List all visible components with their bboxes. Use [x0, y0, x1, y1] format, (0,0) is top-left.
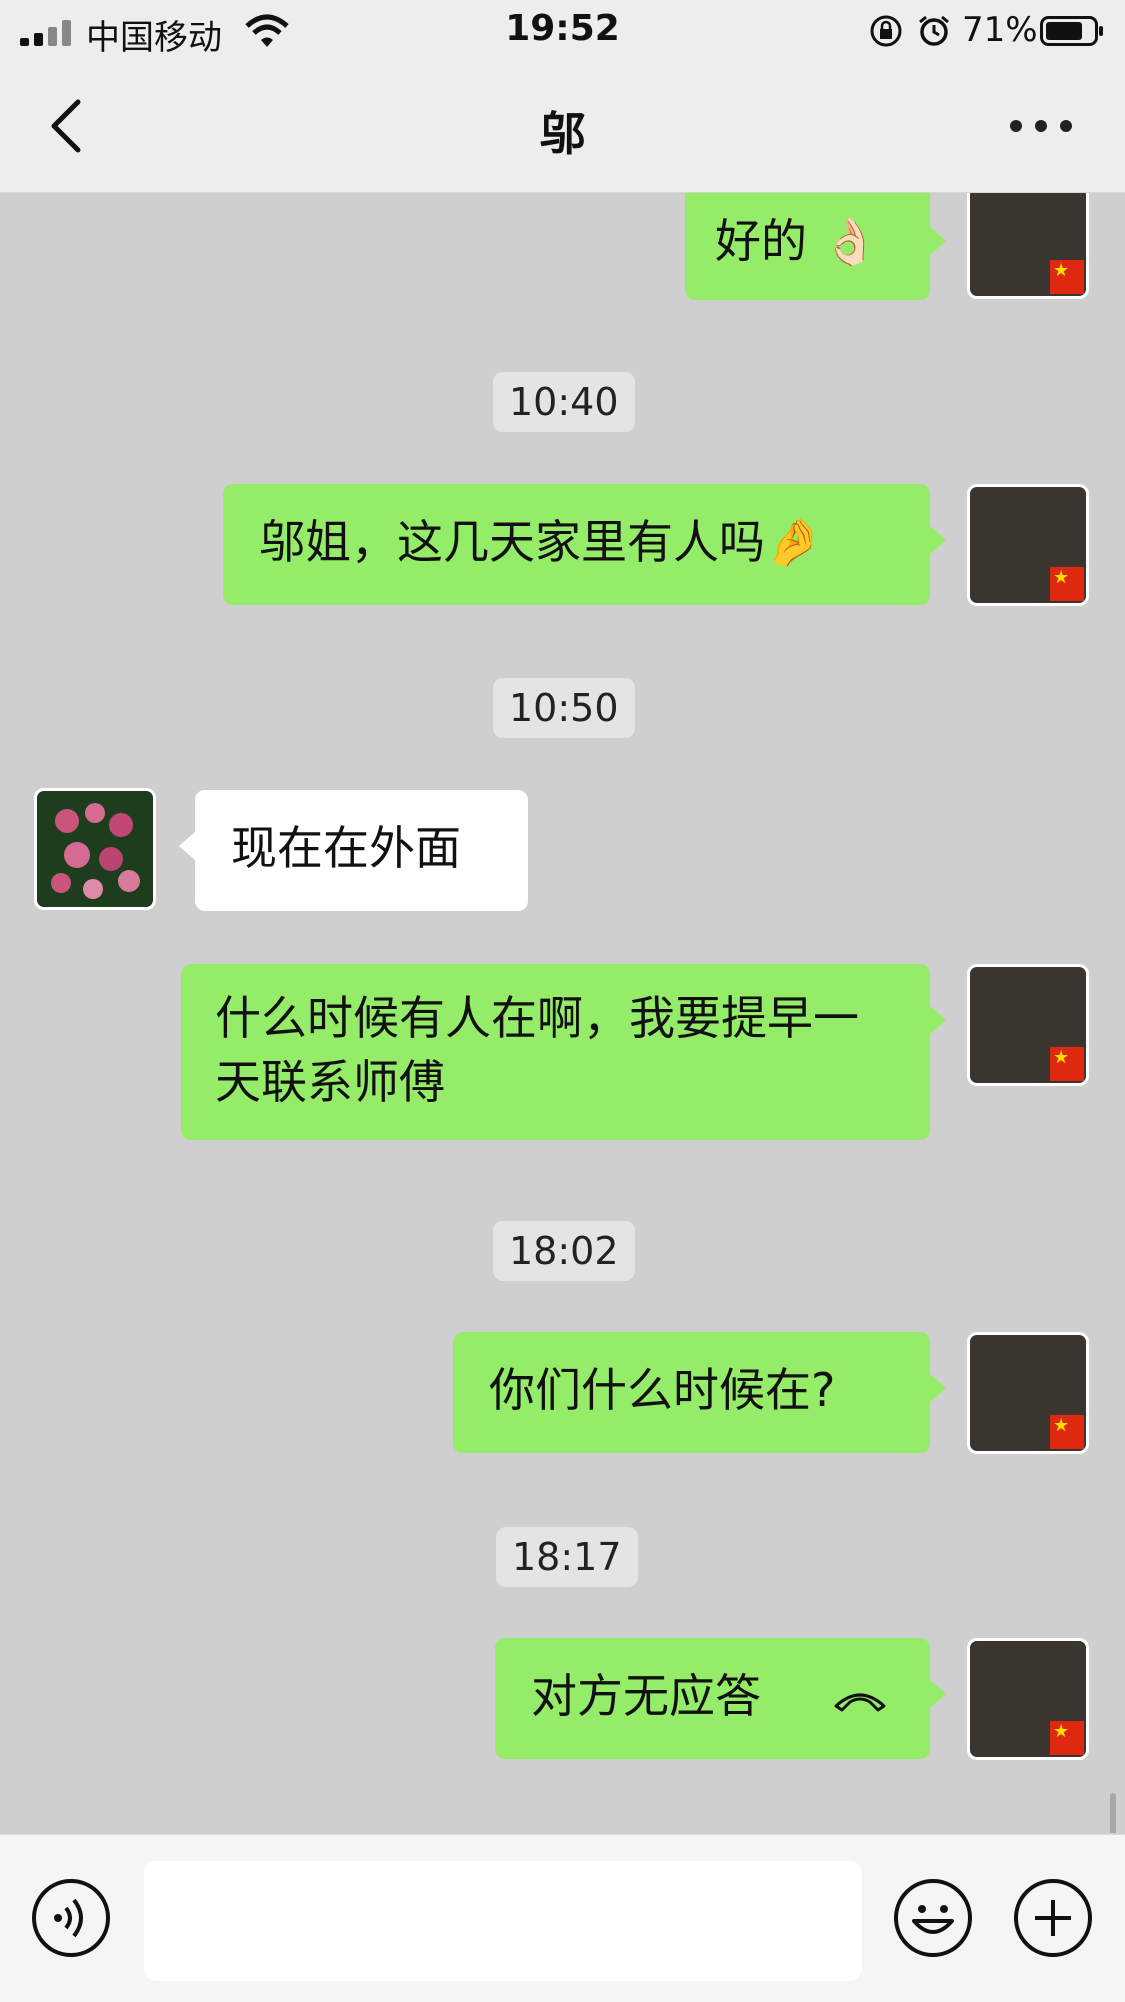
china-flag-icon: ★: [1050, 1721, 1084, 1755]
china-flag-icon: ★: [1050, 1047, 1084, 1081]
plus-icon: [1035, 1900, 1071, 1936]
message-text: 邬姐，这几天家里有人吗🤌: [259, 515, 823, 569]
clock: 19:52: [505, 8, 620, 49]
my-avatar[interactable]: ★: [967, 964, 1089, 1086]
battery-icon: [1040, 16, 1103, 46]
input-bar: [0, 1834, 1125, 2002]
timestamp: 18:02: [493, 1221, 635, 1281]
my-avatar[interactable]: ★: [967, 484, 1089, 606]
message-bubble-received[interactable]: 现在在外面: [179, 790, 528, 911]
status-bar: 中国移动 19:52 71%: [0, 0, 1125, 62]
voice-input-button[interactable]: [32, 1879, 110, 1957]
message-bubble-sent[interactable]: 你们什么时候在?: [453, 1332, 946, 1453]
my-avatar[interactable]: ★: [967, 1332, 1089, 1454]
china-flag-icon: ★: [1050, 260, 1084, 294]
timestamp: 18:17: [496, 1527, 638, 1587]
chat-header: 邬: [0, 62, 1125, 193]
alarm-icon: [919, 15, 949, 46]
battery-percentage: 71%: [962, 10, 1038, 50]
message-bubble-sent[interactable]: 邬姐，这几天家里有人吗🤌: [223, 484, 946, 605]
call-record-bubble[interactable]: 对方无应答: [495, 1638, 946, 1759]
message-bubble-sent[interactable]: 什么时候有人在啊，我要提早一天联系师傅: [181, 964, 946, 1140]
hang-up-phone-icon: [834, 1693, 886, 1712]
voice-icon: [54, 1898, 83, 1938]
message-text: 什么时候有人在啊，我要提早一天联系师傅: [215, 991, 859, 1109]
china-flag-icon: ★: [1050, 567, 1084, 601]
my-avatar[interactable]: ★: [967, 1638, 1089, 1760]
message-text: 对方无应答: [531, 1669, 761, 1723]
message-input[interactable]: [144, 1861, 862, 1981]
scroll-indicator[interactable]: [1110, 1793, 1116, 1833]
more-options-icon[interactable]: [1010, 116, 1072, 136]
china-flag-icon: ★: [1050, 1415, 1084, 1449]
message-text: 好的 👌🏻: [715, 214, 879, 268]
orientation-lock-icon: [870, 15, 902, 47]
add-attachment-button[interactable]: [1014, 1879, 1092, 1957]
message-text: 现在在外面: [231, 821, 461, 875]
message-bubble-sent[interactable]: 好的 👌🏻: [685, 193, 946, 300]
timestamp: 10:50: [493, 678, 635, 738]
message-text: 你们什么时候在?: [489, 1363, 836, 1417]
timestamp: 10:40: [493, 372, 635, 432]
smiley-icon: [912, 1905, 954, 1934]
chat-title: 邬: [539, 107, 586, 161]
flower-photo-icon: [51, 803, 140, 899]
contact-avatar[interactable]: [34, 788, 156, 910]
message-list[interactable]: 好的 👌🏻 ★ 10:40 邬姐，这几天家里有人吗🤌 ★ 10:50 现在在外面: [0, 193, 1125, 1833]
my-avatar[interactable]: ★: [967, 193, 1089, 299]
emoji-button[interactable]: [894, 1879, 972, 1957]
